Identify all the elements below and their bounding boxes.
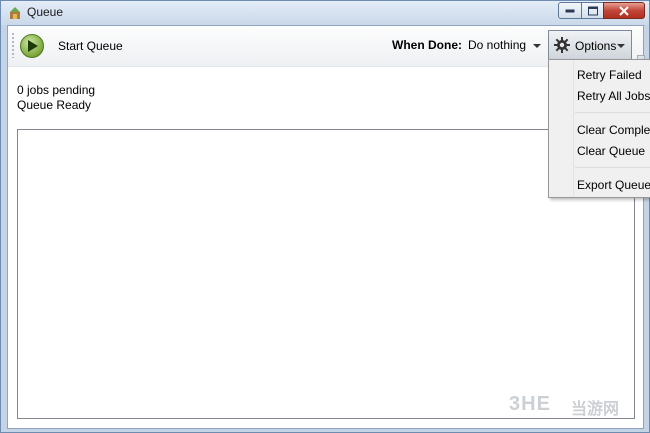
menu-item-clear-complete[interactable]: Clear Complete (577, 123, 650, 137)
toolbar-grip[interactable] (12, 32, 14, 58)
when-done-value: Do nothing (468, 38, 527, 52)
menu-item-export-queue[interactable]: Export Queue (577, 178, 650, 192)
jobs-pending-text: 0 jobs pending (17, 83, 96, 97)
queue-window: Queue Start Queue When Done: Do nothing (0, 0, 650, 433)
menu-separator (575, 112, 650, 113)
watermark-cjk: 当游网 (571, 401, 620, 418)
queue-status-text: Queue Ready (17, 98, 92, 112)
site-watermark: 3HE 当游网 (509, 389, 637, 423)
window-title: Queue (27, 5, 64, 19)
queue-job-list[interactable] (17, 129, 635, 419)
menu-separator (575, 167, 650, 168)
minimize-button[interactable] (558, 2, 582, 19)
when-done-label: When Done: (392, 38, 462, 52)
start-queue-label[interactable]: Start Queue (58, 39, 123, 53)
menu-item-retry-all-jobs[interactable]: Retry All Jobs (577, 89, 650, 103)
title-bar: Queue (1, 1, 649, 25)
options-button[interactable]: Options (548, 30, 632, 60)
menu-item-retry-failed[interactable]: Retry Failed (577, 68, 642, 82)
start-queue-button[interactable] (20, 34, 44, 58)
gear-icon (554, 37, 570, 53)
watermark-latin: 3HE (509, 393, 551, 415)
close-icon (619, 5, 629, 16)
maximize-button[interactable] (581, 2, 604, 19)
play-icon (28, 40, 38, 52)
options-menu: Retry Failed Retry All Jobs Clear Comple… (548, 59, 650, 198)
close-button[interactable] (603, 2, 645, 19)
menu-gutter (573, 60, 574, 197)
chevron-down-icon (617, 44, 625, 48)
app-icon (8, 6, 22, 20)
menu-item-clear-queue[interactable]: Clear Queue (577, 144, 645, 158)
when-done-dropdown[interactable]: Do nothing (468, 38, 542, 52)
maximize-icon (587, 6, 598, 15)
minimize-icon (565, 9, 575, 12)
options-label: Options (575, 39, 617, 53)
chevron-down-icon (533, 43, 542, 48)
